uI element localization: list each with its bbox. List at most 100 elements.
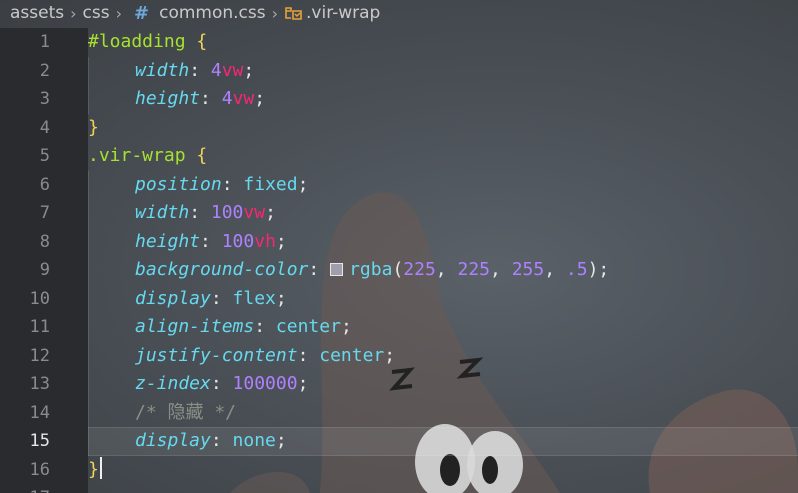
css-value: fixed	[243, 173, 298, 195]
css-number: 4	[210, 59, 222, 81]
css-number: 100000	[232, 373, 298, 394]
chevron-right-icon: ›	[271, 3, 279, 23]
css-number: .5	[565, 259, 588, 280]
semicolon: ;	[275, 287, 287, 309]
code-line-11[interactable]: align-items: center;	[88, 313, 352, 342]
semicolon: ;	[297, 173, 309, 195]
css-value: flex	[232, 287, 276, 309]
comma: ,	[544, 259, 566, 280]
css-comment: /* 隐藏 */	[135, 401, 237, 423]
text-cursor	[99, 456, 102, 479]
code-line-2[interactable]: width: 4vw;	[88, 56, 255, 85]
semicolon: ;	[340, 316, 352, 337]
css-property: width	[135, 59, 190, 81]
line-number: 10	[29, 288, 50, 309]
code-line-9[interactable]: background-color: rgba(225, 225, 255, .5…	[88, 256, 609, 285]
colon: :	[254, 316, 266, 337]
css-property: position	[135, 173, 222, 195]
code-line-16[interactable]: }	[88, 456, 102, 485]
css-property: z-index	[135, 373, 211, 394]
css-property: align-items	[135, 316, 255, 337]
line-number-active: 15	[29, 431, 50, 451]
line-number: 4	[39, 117, 50, 138]
css-property: background-color	[135, 259, 309, 280]
semicolon: ;	[254, 88, 266, 109]
css-number: 225	[457, 259, 490, 280]
close-brace: }	[88, 458, 99, 480]
colon: :	[297, 344, 309, 366]
colon: :	[189, 202, 201, 223]
code-line-8[interactable]: height: 100vh;	[88, 227, 287, 256]
css-hash-icon: #	[134, 2, 150, 24]
line-number: 16	[29, 459, 50, 480]
semicolon: ;	[384, 344, 396, 366]
css-unit: vw	[232, 88, 255, 109]
css-number: 100	[210, 202, 244, 223]
code-line-6[interactable]: position: fixed;	[88, 170, 309, 199]
line-number: 5	[39, 146, 50, 166]
css-property: display	[135, 430, 211, 451]
code-line-3[interactable]: height: 4vw;	[88, 85, 265, 114]
css-property: justify-content	[135, 344, 298, 366]
code-line-7[interactable]: width: 100vw;	[88, 199, 276, 228]
breadcrumb-folder-assets[interactable]: assets	[10, 3, 64, 23]
line-number: 2	[39, 60, 50, 81]
colon: :	[210, 373, 222, 394]
code-line-4[interactable]: }	[88, 114, 99, 143]
code-editor[interactable]: assets › css › # common.css › .vir-wrap …	[0, 0, 798, 493]
open-brace: {	[196, 31, 208, 52]
colon: :	[200, 88, 211, 109]
semicolon: ;	[598, 259, 610, 280]
css-unit: vh	[254, 230, 276, 252]
css-property: width	[135, 202, 190, 223]
css-property: display	[135, 287, 211, 309]
code-line-1[interactable]: #loadding {	[88, 28, 207, 57]
css-function: rgba	[349, 259, 393, 280]
semicolon: ;	[243, 59, 255, 81]
color-swatch-icon[interactable]	[330, 263, 344, 276]
css-number: 100	[221, 230, 255, 252]
css-selector: .vir-wrap	[88, 145, 186, 166]
colon: :	[308, 259, 320, 280]
colon: :	[210, 430, 222, 451]
breadcrumb: assets › css › # common.css › .vir-wrap	[0, 0, 798, 26]
css-rule-symbol-icon	[285, 7, 302, 20]
line-number: 14	[29, 402, 50, 423]
open-brace: {	[196, 145, 208, 166]
code-line-14[interactable]: /* 隐藏 */	[88, 398, 237, 427]
comma: ,	[490, 259, 512, 280]
chevron-right-icon: ›	[115, 3, 122, 23]
css-value: none	[232, 430, 276, 451]
semicolon: ;	[265, 202, 276, 223]
css-unit: vw	[243, 202, 266, 223]
comma: ,	[435, 259, 458, 280]
css-unit: vw	[221, 59, 244, 81]
code-text-area[interactable]: #loadding { width: 4vw; height: 4vw; } .…	[88, 28, 798, 493]
colon: :	[200, 230, 211, 252]
semicolon: ;	[275, 430, 287, 451]
line-number: 13	[29, 374, 50, 394]
line-number: 9	[39, 260, 50, 280]
code-line-5[interactable]: .vir-wrap {	[88, 142, 207, 171]
code-line-12[interactable]: justify-content: center;	[88, 341, 396, 370]
breadcrumb-symbol[interactable]: .vir-wrap	[306, 3, 380, 23]
css-number: 225	[403, 259, 436, 280]
css-number: 255	[511, 259, 545, 280]
breadcrumb-folder-css[interactable]: css	[83, 3, 110, 23]
line-number: 3	[39, 89, 50, 109]
line-number: 17	[0, 484, 50, 493]
css-property: height	[135, 88, 201, 109]
breadcrumb-file[interactable]: common.css	[159, 3, 266, 23]
close-paren: )	[587, 259, 599, 280]
code-line-15[interactable]: display: none;	[88, 427, 287, 456]
line-number: 11	[29, 317, 50, 337]
close-brace: }	[88, 116, 99, 138]
css-property: height	[135, 230, 201, 252]
semicolon: ;	[297, 373, 309, 394]
line-number: 1	[39, 32, 50, 52]
code-line-13[interactable]: z-index: 100000;	[88, 370, 308, 399]
colon: :	[221, 173, 233, 195]
code-line-10[interactable]: display: flex;	[88, 284, 287, 313]
line-number: 6	[39, 174, 50, 195]
colon: :	[210, 287, 222, 309]
